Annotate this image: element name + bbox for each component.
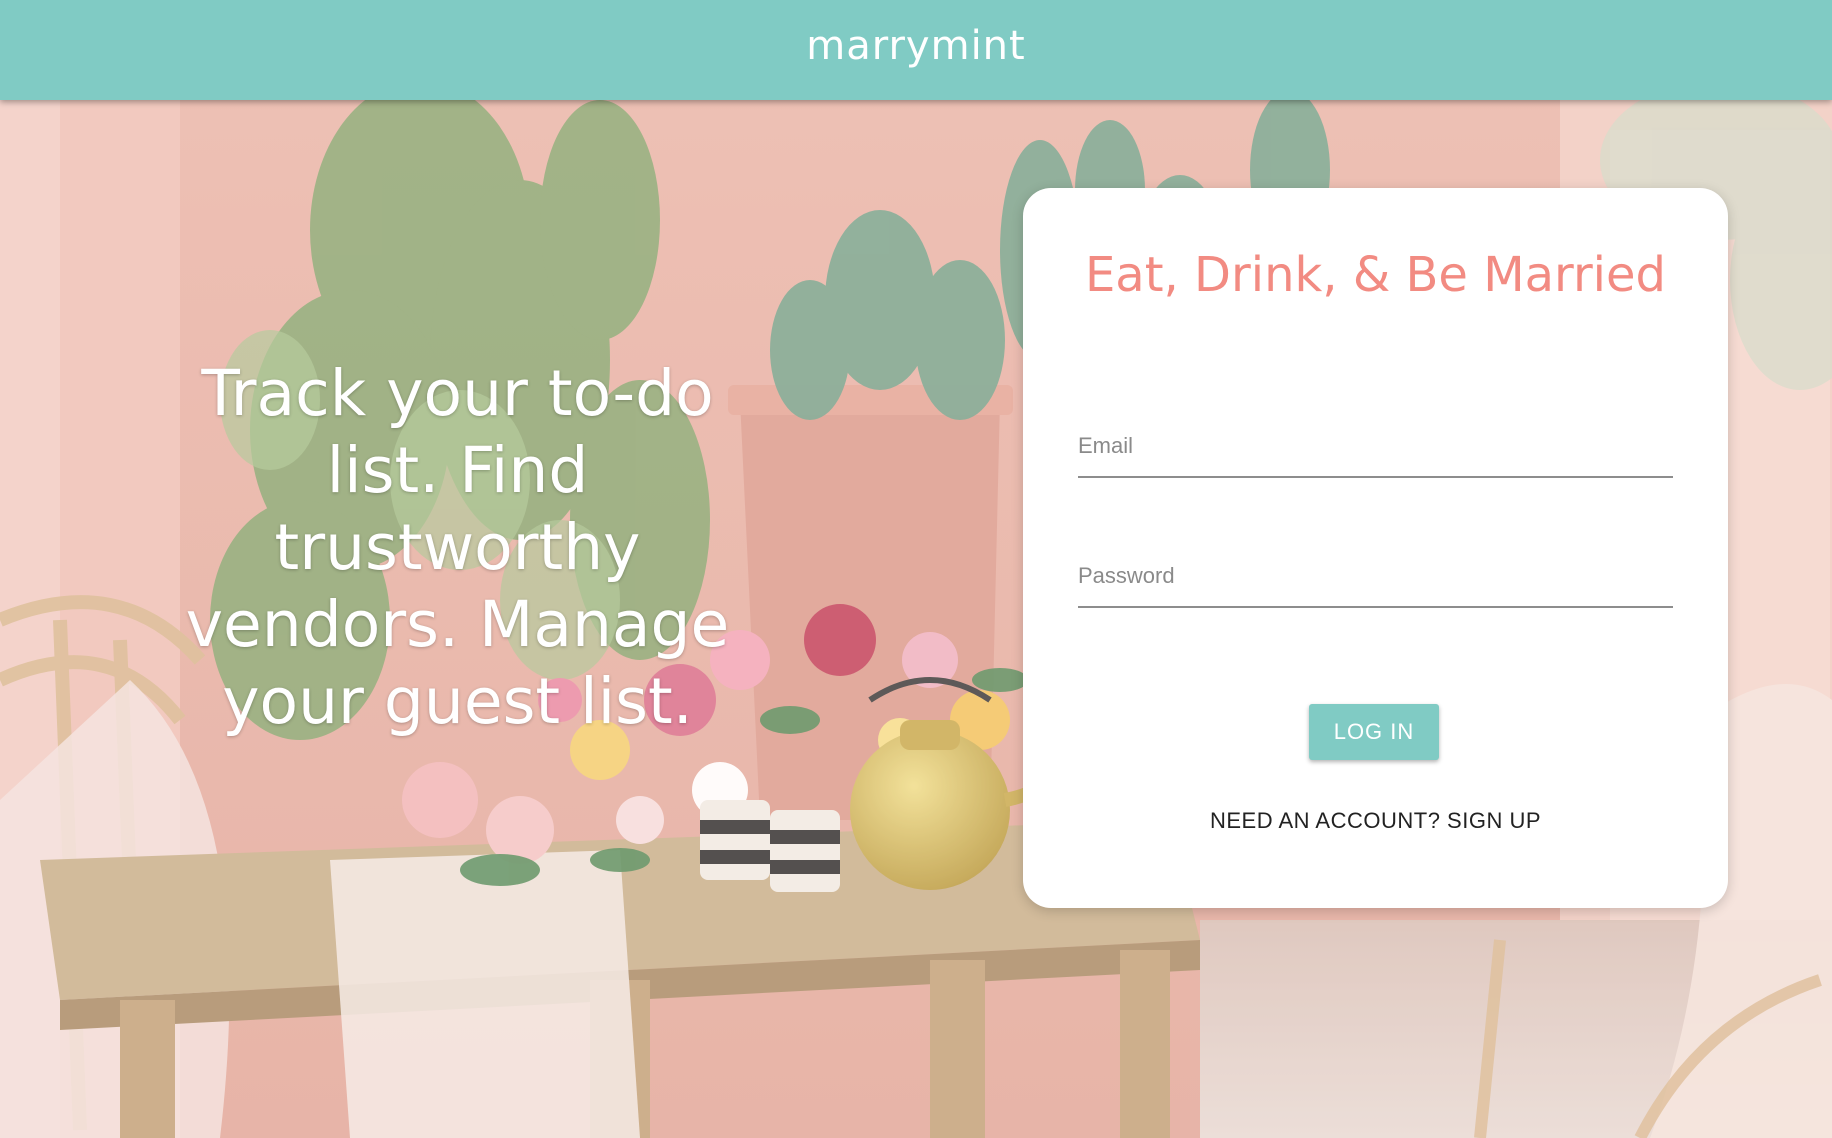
header-bar: marrymint — [0, 0, 1832, 100]
login-page: marrymint Track your to-do list. Find tr… — [0, 0, 1832, 1138]
login-card: Eat, Drink, & Be Married LOG IN NEED AN … — [1023, 188, 1728, 908]
brand-logo[interactable]: marrymint — [806, 23, 1025, 69]
login-title: Eat, Drink, & Be Married — [1084, 247, 1667, 303]
password-field — [1078, 548, 1673, 608]
password-input[interactable] — [1078, 556, 1673, 596]
login-button[interactable]: LOG IN — [1309, 704, 1439, 760]
hero-tagline: Track your to-do list. Find trustworthy … — [185, 357, 730, 738]
email-input[interactable] — [1078, 426, 1673, 466]
signup-link[interactable]: NEED AN ACCOUNT? SIGN UP — [1023, 808, 1728, 834]
email-field — [1078, 418, 1673, 478]
